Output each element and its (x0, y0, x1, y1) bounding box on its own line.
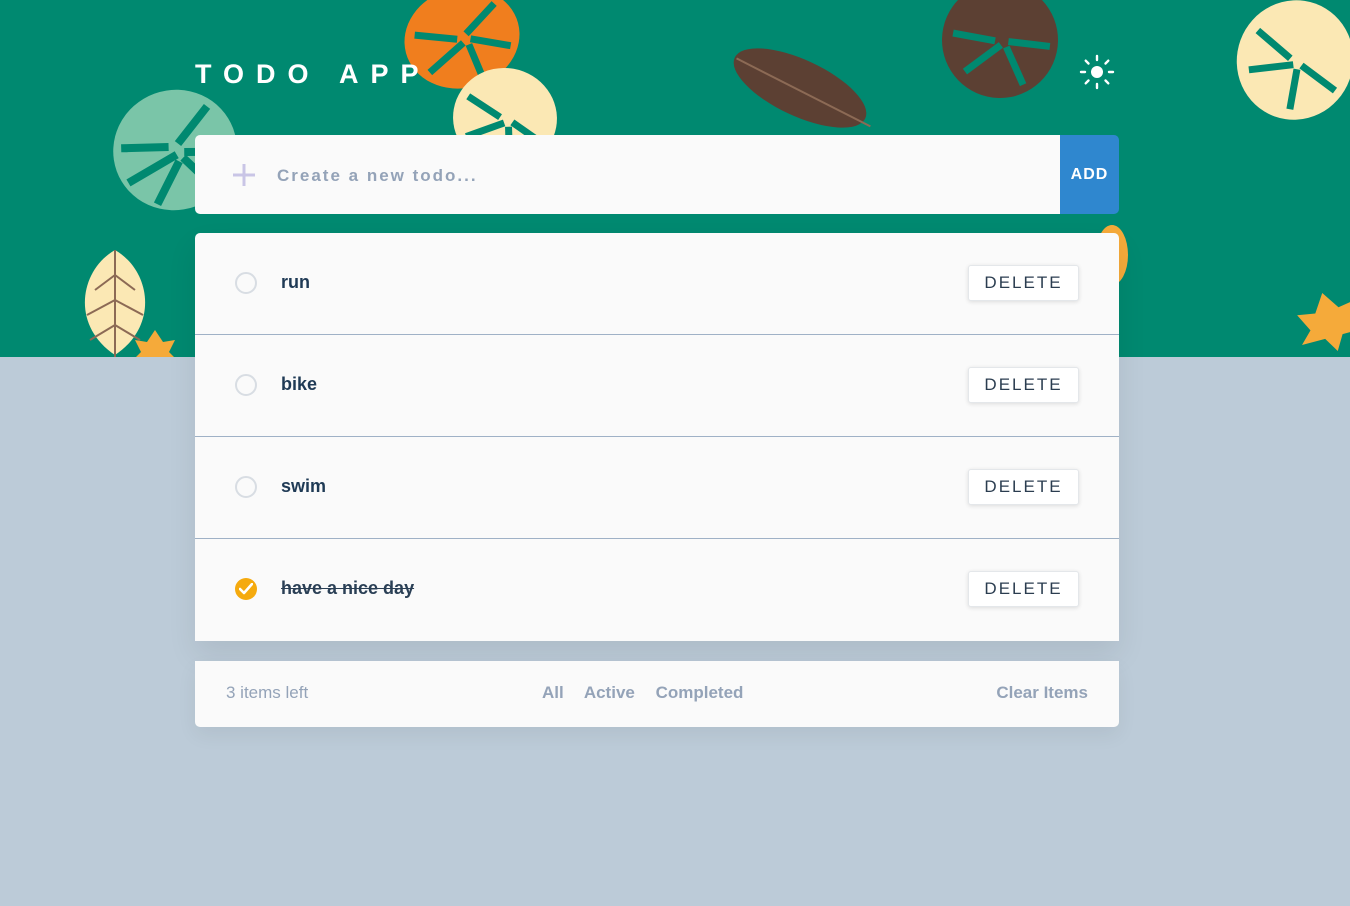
app-title: TODO APP (195, 59, 431, 89)
delete-button[interactable]: DELETE (968, 367, 1079, 403)
monstera-leaf-brown (942, 0, 1058, 98)
checkmark-icon (239, 583, 253, 595)
todo-checkbox-checked[interactable] (235, 578, 257, 600)
todo-list: run DELETE bike DELETE swim DELETE have … (195, 233, 1119, 641)
filter-all[interactable]: All (542, 683, 564, 702)
maple-leaf-orange (135, 330, 175, 357)
maple-leaf-orange-right (1297, 293, 1350, 351)
sun-icon (1079, 54, 1115, 90)
todo-text: have a nice day (281, 578, 415, 598)
items-left-count: 3 items left (226, 683, 309, 702)
theme-toggle-button[interactable] (1078, 53, 1116, 91)
todo-checkbox[interactable] (235, 374, 257, 396)
new-todo-input[interactable] (275, 157, 1039, 195)
clear-items-button[interactable]: Clear Items (996, 683, 1088, 703)
brown-leaf (733, 48, 871, 128)
plus-icon (233, 164, 255, 186)
todo-text: run (281, 272, 310, 292)
filter-active[interactable]: Active (584, 683, 635, 702)
todo-footer: 3 items left All Active Completed Clear … (195, 661, 1119, 727)
filter-completed[interactable]: Completed (656, 683, 744, 702)
delete-button[interactable]: DELETE (968, 571, 1079, 607)
new-todo-form (195, 135, 1060, 214)
delete-button[interactable]: DELETE (968, 265, 1079, 301)
todo-item: bike DELETE (195, 335, 1119, 437)
todo-checkbox[interactable] (235, 476, 257, 498)
add-button[interactable]: ADD (1060, 135, 1119, 214)
todo-text: swim (281, 476, 327, 496)
todo-item: run DELETE (195, 233, 1119, 335)
monstera-leaf-cream-right (1236, 0, 1350, 120)
delete-button[interactable]: DELETE (968, 469, 1079, 505)
todo-item: have a nice day DELETE (195, 539, 1119, 641)
todo-checkbox[interactable] (235, 272, 257, 294)
todo-text: bike (281, 374, 318, 394)
filter-tabs: All Active Completed (542, 683, 759, 703)
todo-item: swim DELETE (195, 437, 1119, 539)
